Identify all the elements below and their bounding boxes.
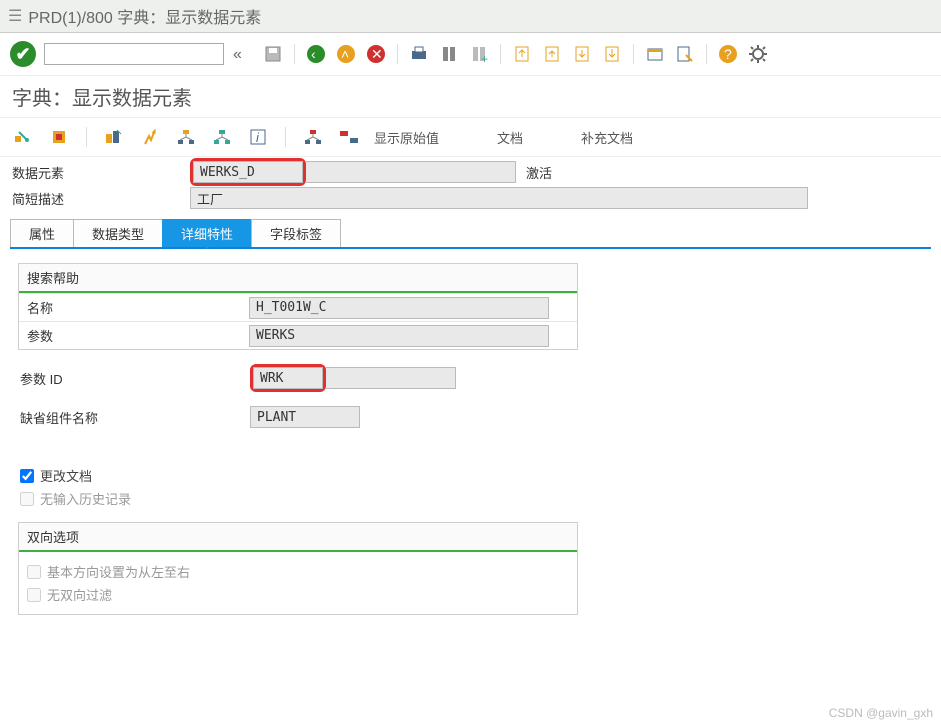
highlight-data-element: WERKS_D (190, 158, 306, 186)
search-help-panel: 搜索帮助 名称 H_T001W_C 参数 WERKS (18, 263, 578, 350)
page-title: 字典：显示数据元素 (0, 76, 941, 118)
find-icon[interactable] (438, 43, 460, 65)
separator (397, 44, 398, 64)
sh-param-label: 参数 (19, 326, 249, 345)
sh-param-value: WERKS (249, 325, 549, 347)
first-page-icon[interactable] (511, 43, 533, 65)
change-doc-label: 更改文档 (40, 466, 92, 485)
where-used-icon[interactable] (175, 126, 197, 148)
last-page-icon[interactable] (601, 43, 623, 65)
hierarchy-icon[interactable] (211, 126, 233, 148)
command-field[interactable] (44, 43, 224, 65)
separator (294, 44, 295, 64)
search-help-title: 搜索帮助 (19, 264, 577, 291)
param-id-label: 参数 ID (20, 369, 250, 388)
shortcut-icon[interactable] (674, 43, 696, 65)
check-icon[interactable] (103, 126, 125, 148)
sh-name-value: H_T001W_C (249, 297, 549, 319)
change-doc-checkbox[interactable] (20, 469, 34, 483)
sh-name-label: 名称 (19, 298, 249, 317)
bidi-ltr-row: 基本方向设置为从左至右 (27, 562, 569, 581)
no-history-row: 无输入历史记录 (20, 489, 921, 508)
app-toolbar: i 显示原始值 文档 补充文档 (0, 118, 941, 157)
status-text: 激活 (526, 163, 552, 182)
window-menu-icon[interactable]: ☰ (8, 6, 22, 26)
documentation-link[interactable]: 文档 (497, 128, 523, 147)
svg-text:‹: ‹ (311, 46, 316, 62)
bidi-ltr-checkbox[interactable] (27, 565, 41, 579)
highlight-param-id: WRK (250, 364, 326, 392)
bidi-nofilter-checkbox[interactable] (27, 588, 41, 602)
svg-text:˄: ˄ (341, 46, 349, 62)
up-icon[interactable]: ˄ (335, 43, 357, 65)
info-icon[interactable]: i (247, 126, 269, 148)
bidi-panel: 双向选项 基本方向设置为从左至右 无双向过滤 (18, 522, 578, 615)
watermark: CSDN @gavin_gxh (829, 706, 933, 720)
svg-text:✕: ✕ (371, 46, 383, 62)
new-session-icon[interactable] (644, 43, 666, 65)
param-id-ext (326, 367, 456, 389)
tab-strip: 属性 数据类型 详细特性 字段标签 (10, 219, 931, 249)
short-desc-value: 工厂 (190, 187, 808, 209)
back-dbl-icon[interactable]: « (232, 43, 254, 65)
default-comp-value: PLANT (250, 406, 360, 428)
tab-attributes[interactable]: 属性 (10, 219, 74, 247)
show-original-link[interactable]: 显示原始值 (374, 128, 439, 147)
svg-text:+: + (481, 52, 488, 63)
short-desc-row: 简短描述 工厂 (10, 185, 931, 211)
help-icon[interactable]: ? (717, 43, 739, 65)
param-id-value: WRK (253, 367, 323, 389)
hierarchy2-icon[interactable] (302, 126, 324, 148)
separator (285, 127, 286, 147)
svg-text:i: i (256, 130, 260, 145)
toggle-display-icon[interactable] (12, 126, 34, 148)
print-icon[interactable] (408, 43, 430, 65)
next-page-icon[interactable] (571, 43, 593, 65)
prev-page-icon[interactable] (541, 43, 563, 65)
bidi-nofilter-label: 无双向过滤 (47, 585, 112, 604)
default-comp-label: 缺省组件名称 (20, 408, 250, 427)
other-object-icon[interactable] (48, 126, 70, 148)
find-next-icon[interactable]: + (468, 43, 490, 65)
window-title-text: PRD(1)/800 字典：显示数据元素 (28, 4, 261, 28)
sh-param-row: 参数 WERKS (19, 321, 577, 349)
data-element-label: 数据元素 (10, 163, 190, 182)
activate-icon[interactable] (139, 126, 161, 148)
enter-icon[interactable]: ✔ (10, 41, 36, 67)
main-toolbar: ✔ « ‹ ˄ ✕ + ? (0, 33, 941, 76)
separator (500, 44, 501, 64)
data-element-ext (306, 161, 516, 183)
short-desc-label: 简短描述 (10, 189, 190, 208)
bidi-ltr-label: 基本方向设置为从左至右 (47, 562, 190, 581)
separator (633, 44, 634, 64)
supp-doc-link[interactable]: 补充文档 (581, 128, 633, 147)
window-titlebar: ☰ PRD(1)/800 字典：显示数据元素 (0, 0, 941, 33)
back-icon[interactable]: ‹ (305, 43, 327, 65)
settings-icon[interactable] (747, 43, 769, 65)
default-comp-row: 缺省组件名称 PLANT (20, 406, 921, 428)
no-history-checkbox[interactable] (20, 492, 34, 506)
tab-further-chars[interactable]: 详细特性 (162, 219, 252, 247)
no-history-label: 无输入历史记录 (40, 489, 131, 508)
data-element-value: WERKS_D (193, 161, 303, 183)
data-element-row: 数据元素 WERKS_D 激活 (10, 159, 931, 185)
separator (706, 44, 707, 64)
change-doc-row: 更改文档 (20, 466, 921, 485)
tab-data-type[interactable]: 数据类型 (73, 219, 163, 247)
compare-icon[interactable] (338, 126, 360, 148)
svg-text:?: ? (724, 46, 732, 62)
sh-name-row: 名称 H_T001W_C (19, 293, 577, 321)
bidi-nofilter-row: 无双向过滤 (27, 585, 569, 604)
bidi-title: 双向选项 (19, 523, 577, 550)
svg-text:«: « (233, 46, 242, 63)
cancel-icon[interactable]: ✕ (365, 43, 387, 65)
tab-field-label[interactable]: 字段标签 (251, 219, 341, 247)
save-icon[interactable] (262, 43, 284, 65)
separator (86, 127, 87, 147)
param-id-row: 参数 ID WRK (20, 364, 921, 392)
